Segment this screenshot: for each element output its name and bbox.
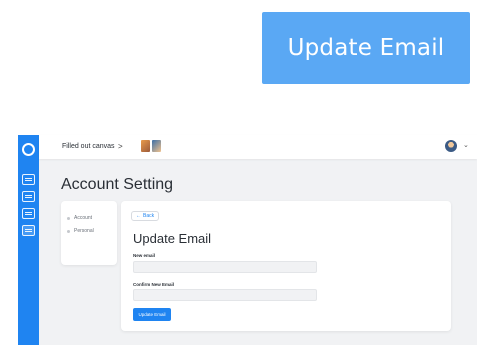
settings-nav: Account Personal (61, 201, 117, 265)
breadcrumb-separator: > (118, 142, 123, 151)
bullet-icon (67, 229, 70, 233)
back-button[interactable]: ← Back (131, 211, 160, 221)
new-email-label: New email (133, 253, 156, 258)
app-logo-icon[interactable] (22, 143, 35, 156)
bullet-icon (67, 216, 70, 220)
confirm-email-field[interactable] (133, 289, 317, 301)
clipboard-icon[interactable] (22, 208, 35, 219)
collaborator-avatar (152, 140, 161, 152)
back-label: Back (143, 213, 155, 219)
form-heading: Update Email (133, 231, 212, 246)
settings-nav-item-personal[interactable]: Personal (67, 228, 94, 234)
page-title: Account Setting (61, 176, 174, 193)
settings-nav-label: Personal (74, 228, 94, 234)
message-icon[interactable] (22, 225, 35, 236)
settings-nav-label: Account (74, 215, 93, 221)
settings-nav-item-account[interactable]: Account (67, 215, 92, 221)
canvas-icon[interactable] (22, 174, 35, 185)
callout-text: Update Email (287, 35, 445, 61)
arrow-left-icon: ← (136, 213, 141, 219)
zoomed-update-email-callout: Update Email (262, 12, 470, 84)
confirm-email-label: Confirm New Email (133, 282, 175, 287)
left-rail (18, 135, 39, 345)
board-icon[interactable] (22, 191, 35, 202)
new-email-field[interactable] (133, 261, 317, 273)
top-bar: Filled out canvas > ⌄ (39, 135, 477, 159)
user-avatar[interactable] (445, 140, 457, 152)
breadcrumb[interactable]: Filled out canvas (62, 143, 115, 150)
collaborator-avatar (141, 140, 150, 152)
update-email-button[interactable]: Update Email (133, 308, 171, 321)
app-window: Filled out canvas > ⌄ Account Setting Ac… (18, 135, 477, 345)
chevron-down-icon[interactable]: ⌄ (463, 141, 469, 149)
update-email-card: ← Back Update Email New email Confirm Ne… (121, 201, 451, 331)
